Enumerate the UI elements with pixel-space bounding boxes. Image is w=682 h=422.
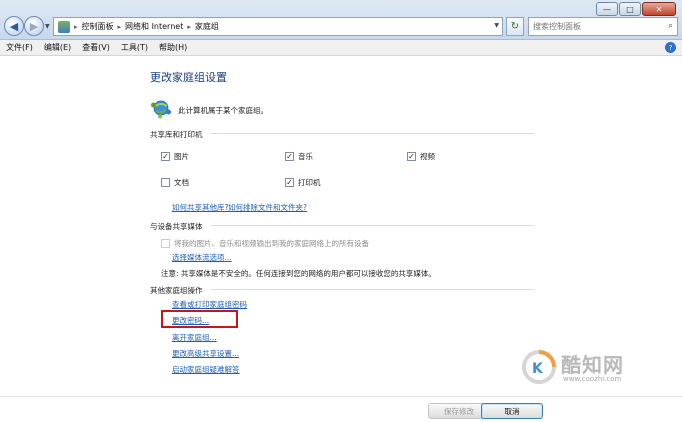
menu-edit[interactable]: 编辑(E) [44, 42, 71, 53]
checkbox-pictures[interactable]: ✓ 图片 [161, 151, 189, 162]
link-leave-homegroup[interactable]: 离开家庭组... [172, 332, 217, 343]
close-button[interactable]: ✕ [642, 2, 676, 16]
divider [211, 133, 534, 134]
menu-bar: 文件(F) 编辑(E) 查看(V) 工具(T) 帮助(H) [0, 40, 682, 56]
section-title-sharing: 共享库和打印机 [150, 130, 203, 139]
search-icon[interactable]: ⌕ [668, 21, 673, 31]
page-title: 更改家庭组设置 [150, 71, 227, 84]
chevron-down-icon[interactable]: ▼ [494, 22, 499, 29]
refresh-icon: ↻ [510, 21, 520, 32]
checkbox-label: 将我的图片、音乐和视频输出到我的家庭网络上的所有设备 [174, 239, 369, 248]
empty-checkbox-icon[interactable] [161, 178, 170, 187]
title-bar: — □ ✕ ◀ ▶ ▼ ▸ 控制面板 ▸ 网络和 Internet ▸ 家庭组 … [0, 0, 682, 40]
arrow-right-icon: ▶ [29, 19, 39, 33]
control-panel-icon [58, 20, 70, 33]
checkbox-stream-media[interactable]: 将我的图片、音乐和视频输出到我的家庭网络上的所有设备 [161, 238, 369, 249]
search-input[interactable] [533, 22, 658, 31]
link-advanced-sharing[interactable]: 更改高级共享设置... [172, 348, 239, 359]
checkbox-label: 音乐 [298, 152, 313, 161]
checkmark-icon[interactable]: ✓ [285, 178, 294, 187]
window-controls: — □ ✕ [596, 2, 676, 16]
link-share-other-libraries[interactable]: 如何共享其他库? [172, 202, 228, 213]
menu-tools[interactable]: 工具(T) [121, 42, 148, 53]
highlight-box [161, 310, 238, 328]
cancel-button[interactable]: 取消 [481, 403, 543, 419]
watermark: K 酷知网 www.coozhi.com [521, 347, 681, 387]
link-exclude-files[interactable]: 如何排除文件和文件夹? [228, 202, 307, 213]
homegroup-status: 此计算机属于某个家庭组。 [178, 106, 268, 115]
checkmark-icon[interactable]: ✓ [285, 152, 294, 161]
checkmark-icon[interactable]: ✓ [407, 152, 416, 161]
watermark-name: 酷知网 [561, 353, 624, 377]
minimize-button[interactable]: — [596, 2, 618, 16]
menu-view[interactable]: 查看(V) [82, 42, 110, 53]
breadcrumb-control-panel[interactable]: 控制面板 [82, 21, 114, 32]
help-icon[interactable]: ? [665, 42, 676, 53]
section-title-media: 与设备共享媒体 [150, 222, 203, 231]
checkbox-documents[interactable]: 文档 [161, 177, 189, 188]
breadcrumb-homegroup[interactable]: 家庭组 [195, 21, 219, 32]
arrow-left-icon: ◀ [9, 19, 19, 33]
checkbox-label: 打印机 [298, 178, 321, 187]
checkbox-printers[interactable]: ✓ 打印机 [285, 177, 321, 188]
link-media-stream-options[interactable]: 选择媒体流选项... [172, 252, 232, 263]
svg-text:K: K [532, 361, 544, 377]
watermark-url: www.coozhi.com [563, 375, 622, 383]
address-bar[interactable]: ▸ 控制面板 ▸ 网络和 Internet ▸ 家庭组 ▼ [53, 17, 503, 36]
refresh-button[interactable]: ↻ [506, 17, 524, 36]
recent-pages-dropdown[interactable]: ▼ [45, 23, 50, 30]
breadcrumb-network-internet[interactable]: 网络和 Internet [125, 21, 183, 32]
back-button[interactable]: ◀ [4, 16, 24, 36]
checkbox-label: 图片 [174, 152, 189, 161]
homegroup-icon [151, 100, 171, 119]
checkmark-icon[interactable]: ✓ [161, 152, 170, 161]
divider [211, 225, 534, 226]
link-view-print-password[interactable]: 查看或打印家庭组密码 [172, 299, 247, 310]
maximize-button[interactable]: □ [619, 2, 641, 16]
checkbox-label: 视频 [420, 152, 435, 161]
breadcrumb-separator[interactable]: ▸ [74, 23, 78, 31]
forward-button[interactable]: ▶ [24, 16, 44, 36]
menu-file[interactable]: 文件(F) [6, 42, 33, 53]
checkbox-music[interactable]: ✓ 音乐 [285, 151, 313, 162]
divider [0, 396, 682, 397]
coozhi-logo-icon: K [522, 350, 556, 384]
checkbox-label: 文档 [174, 178, 189, 187]
menu-help[interactable]: 帮助(H) [159, 42, 187, 53]
divider [211, 289, 534, 290]
breadcrumb-separator[interactable]: ▸ [118, 23, 122, 31]
empty-checkbox-icon[interactable] [161, 239, 170, 248]
link-troubleshooter[interactable]: 启动家庭组疑难解答 [172, 364, 240, 375]
media-warning-note: 注意: 共享媒体是不安全的。任何连接到您的网络的用户都可以接收您的共享媒体。 [161, 269, 436, 278]
search-box[interactable]: ⌕ [528, 17, 678, 36]
section-title-other: 其他家庭组操作 [150, 286, 203, 295]
checkbox-videos[interactable]: ✓ 视频 [407, 151, 435, 162]
breadcrumb-separator[interactable]: ▸ [187, 23, 191, 31]
